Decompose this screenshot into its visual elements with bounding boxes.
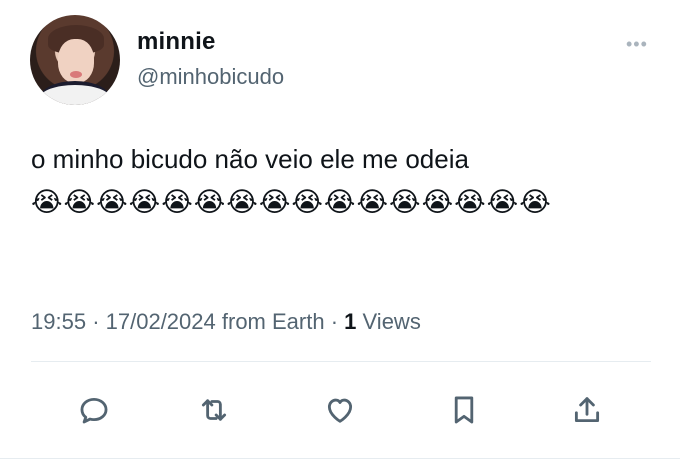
meta-separator: · [92,309,106,334]
bookmark-button[interactable] [446,392,482,428]
avatar[interactable] [30,15,120,105]
tweet-source: from Earth [221,309,325,334]
display-name[interactable]: minnie [137,28,216,56]
tweet-emojis: 😭😭😭😭😭😭😭😭😭😭😭😭😭😭😭😭 [31,187,552,217]
avatar-shirt [40,81,110,105]
views-label: Views [362,309,421,334]
tweet-time[interactable]: 19:55 [31,309,86,334]
like-button[interactable] [322,392,358,428]
bookmark-icon [454,396,474,424]
tweet-text: o minho bicudo não veio ele me odeia [31,144,469,174]
more-icon[interactable]: ••• [626,34,648,55]
views-count: 1 [344,309,357,334]
user-handle[interactable]: @minhobicudo [137,64,284,90]
meta-separator: · [330,309,345,334]
retweet-icon [201,399,227,421]
share-button[interactable] [569,392,605,428]
divider [31,361,651,362]
avatar-lips [70,71,82,78]
tweet-meta: 19:55 · 17/02/2024 from Earth · 1 Views [31,309,421,335]
reply-button[interactable] [76,392,112,428]
reply-icon [80,397,108,424]
heart-icon [327,398,353,423]
retweet-button[interactable] [196,392,232,428]
share-icon [574,397,600,423]
bottom-divider [0,458,680,459]
tweet-date[interactable]: 17/02/2024 [106,309,216,334]
